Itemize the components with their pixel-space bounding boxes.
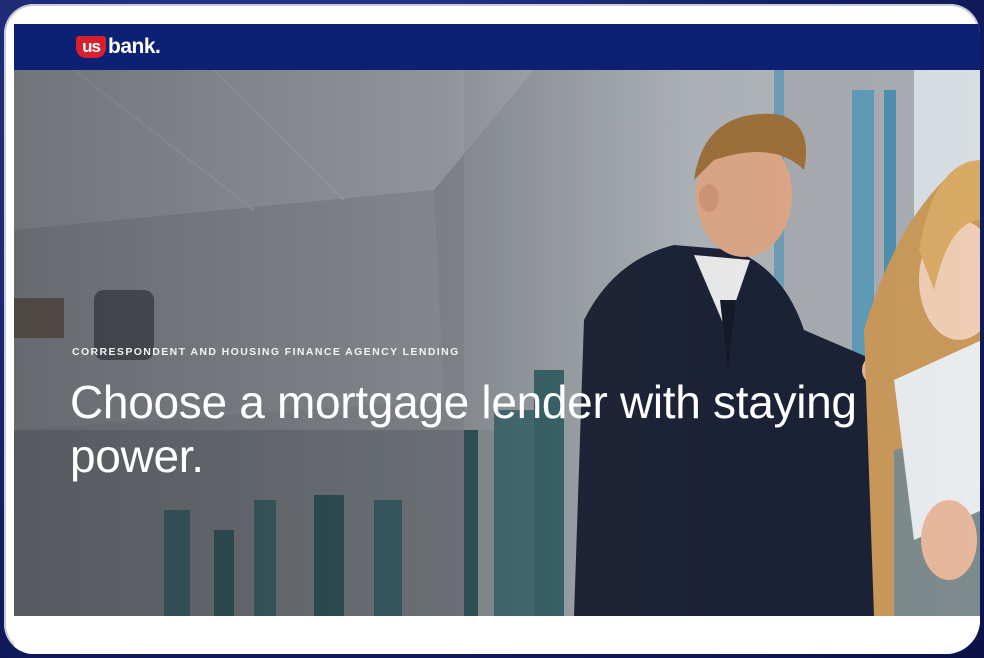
logo-wordmark: bank. [108,35,161,58]
hero-banner: CORRESPONDENT AND HOUSING FINANCE AGENCY… [14,70,980,616]
page-card: us bank. CORRESPONDENT AND HOUSING FINAN… [4,4,980,654]
top-navigation-bar: us bank. [14,24,980,70]
hero-headline: Choose a mortgage lender with staying po… [70,376,857,482]
hero-eyebrow: CORRESPONDENT AND HOUSING FINANCE AGENCY… [72,346,460,358]
hero-overlay [14,70,980,616]
browser-frame: us bank. CORRESPONDENT AND HOUSING FINAN… [0,0,984,658]
usbank-logo[interactable]: us bank. [76,35,161,59]
content-area [14,616,980,654]
logo-shield-icon: us [76,36,106,58]
